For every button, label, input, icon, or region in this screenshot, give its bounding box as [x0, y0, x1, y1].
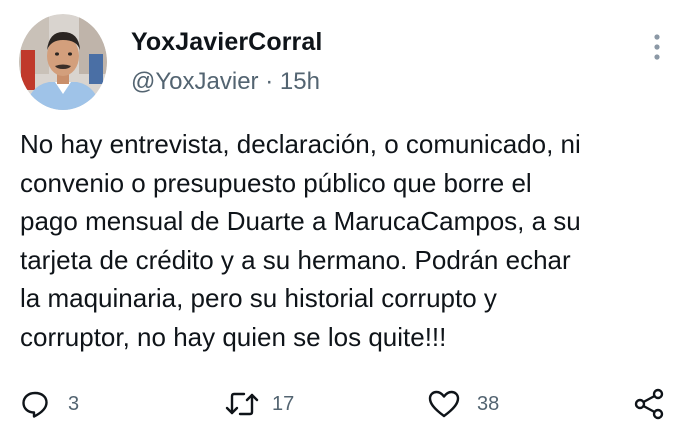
avatar-photo: [19, 14, 107, 110]
like-button[interactable]: 38: [427, 382, 499, 426]
tweet-text-line: pago mensual de Duarte a MarucaCampos, a…: [20, 206, 581, 236]
reply-icon: [20, 389, 50, 419]
reply-count: 3: [68, 392, 80, 415]
author-handle[interactable]: @YoxJavier: [131, 68, 259, 95]
tweet-text-line: tarjeta de crédito y a su hermano. Podrá…: [20, 244, 571, 275]
tweet-text-line: la maquinaria, pero su historial corrupt…: [20, 283, 497, 313]
tweet-text-line: No hay entrevista, declaración, o comuni…: [20, 129, 581, 159]
author-display-name[interactable]: YoxJavierCorral: [131, 28, 322, 57]
share-icon: [632, 387, 666, 421]
meta-separator: ·: [265, 68, 274, 95]
retweet-count: 17: [272, 392, 295, 415]
tweet-time[interactable]: 15h: [280, 68, 320, 95]
avatar[interactable]: [19, 14, 107, 110]
tweet-actions: 3 17 38: [0, 382, 696, 432]
retweet-button[interactable]: 17: [224, 382, 294, 426]
more-options-icon[interactable]: [648, 30, 666, 64]
reply-button[interactable]: 3: [20, 382, 79, 426]
share-button[interactable]: [632, 382, 666, 426]
tweet-text-line: corruptor, no hay quien se los quite!!!: [20, 321, 447, 352]
like-count: 38: [477, 392, 500, 415]
tweet-text-line: convenio o presupuesto público que borre…: [20, 167, 532, 198]
tweet-card: YoxJavierCorral @YoxJavier · 15h No hay …: [0, 0, 696, 447]
heart-icon: [427, 389, 461, 419]
tweet-text: No hay entrevista, declaración, o comuni…: [20, 125, 680, 356]
author-meta: @YoxJavier · 15h: [131, 68, 320, 96]
retweet-icon: [224, 389, 260, 419]
